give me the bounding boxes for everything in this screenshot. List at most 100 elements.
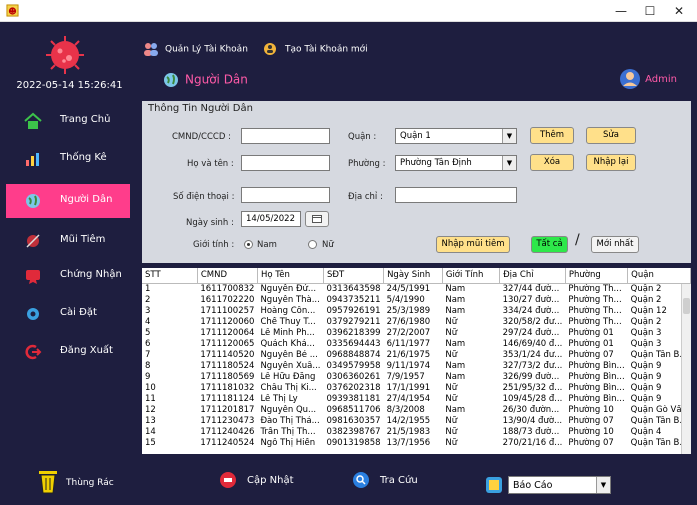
dob-input[interactable]: 14/05/2022 [241,211,301,227]
nav-citizens[interactable]: Người Dân [6,184,130,218]
table-cell: 297/24 đườ... [502,327,560,338]
create-account-link[interactable]: Tạo Tài Khoản mới [263,42,368,56]
ward-select[interactable]: Phường Tân Định ▼ [395,155,517,171]
gender-male-label: Nam [257,240,277,250]
table-cell: 14 [145,426,156,437]
table-cell: Nam [445,360,466,371]
table-cell: 6 [145,338,151,349]
column-header[interactable]: SĐT [323,268,385,284]
table-cell: 9/11/1974 [386,360,431,371]
table-cell: 7/9/1957 [386,371,425,382]
table-cell: Đào Thị Thả... [260,415,320,426]
name-input[interactable] [241,155,330,171]
add-button[interactable]: Thêm [530,127,574,144]
table-cell: Nữ [445,382,458,393]
table-cell: 1711181032 [200,382,255,393]
table-cell: Phường 01 [568,338,614,349]
table-row[interactable]: 7 1711140520 Nguyễn Bé ... 0968848874 21/6/1… [142,350,691,361]
delete-button[interactable]: Xóa [530,154,574,171]
maximize-button[interactable]: ☐ [635,0,665,22]
nav-vaccine[interactable]: Mũi Tiêm [6,224,130,258]
table-row[interactable]: 13 1711230473 Đào Thị Thả... 0981630357 14/2… [142,416,691,427]
table-cell: Phường Th... [568,283,622,294]
table-cell: 0313643598 [326,283,381,294]
reset-button[interactable]: Nhập lại [586,154,636,171]
nav-statistics[interactable]: Thống Kê [6,142,130,176]
gender-male-radio[interactable] [244,240,253,249]
table-cell: 9 [145,371,151,382]
address-input[interactable] [395,187,517,203]
table-cell: 0379279211 [326,316,381,327]
trash-icon[interactable] [36,468,60,494]
table-cell: 13/7/1956 [386,437,431,448]
nav-logout[interactable]: Đăng Xuất [6,335,130,369]
user-badge[interactable]: Admin [619,68,677,90]
column-header[interactable]: Giới Tính [442,268,501,284]
column-header[interactable]: Phường [565,268,629,284]
citizen-table[interactable]: STT CMND Họ Tên SĐT Ngày Sinh Giới Tính Địa Ch… [142,268,691,454]
table-cell: 1711100257 [200,305,255,316]
table-cell: 27/4/1954 [386,393,431,404]
table-row[interactable]: 10 1711181032 Châu Thị Ki... 0376202318 17/1… [142,383,691,394]
district-value: Quận 1 [400,131,431,141]
column-header[interactable]: STT [142,268,198,284]
lookup-button[interactable]: Tra Cứu [352,471,418,489]
column-header[interactable]: Địa Chỉ [499,268,566,284]
scrollbar-thumb[interactable] [683,298,690,314]
table-cell: 1 [145,283,151,294]
minimize-button[interactable]: — [606,0,636,22]
table-cell: 5 [145,327,151,338]
table-row[interactable]: 12 1711201817 Nguyễn Qu... 0968511706 8/3/20… [142,405,691,416]
main-panel: Quản Lý Tài Khoản Tạo Tài Khoản mới Ngườ… [139,22,697,505]
table-cell: 0335694443 [326,338,381,349]
nav-settings[interactable]: Cài Đặt [6,297,130,331]
table-cell: 327/44 đườ... [502,283,560,294]
report-select[interactable]: Báo Cáo ▼ [508,476,611,494]
manage-accounts-label: Quản Lý Tài Khoản [165,44,248,55]
manage-accounts-link[interactable]: Quản Lý Tài Khoản [143,42,248,56]
column-header[interactable]: Quận [627,268,691,284]
phone-input[interactable] [241,187,330,203]
gear-icon [27,308,39,320]
enter-vaccine-button[interactable]: Nhập mũi tiêm [436,236,510,253]
column-header[interactable]: Ngày Sinh [383,268,443,284]
update-button[interactable]: Cập Nhật [219,471,294,489]
table-row[interactable]: 8 1711180524 Nguyễn Xuâ... 0349579958 9/11/1… [142,361,691,372]
column-header[interactable]: CMND [197,268,258,284]
latest-button[interactable]: Mới nhất [591,236,639,253]
column-header[interactable]: Họ Tên [257,268,324,284]
table-cell: 0968511706 [326,404,381,415]
table-cell: 5/4/1990 [386,294,425,305]
show-all-button[interactable]: Tất cả [531,236,568,253]
table-row[interactable]: 14 1711240426 Trần Thị Th... 0382398767 21/5… [142,427,691,438]
table-row[interactable]: 11 1711181124 Lê Thị Ly 0939381181 27/4/1954… [142,394,691,405]
district-select[interactable]: Quận 1 ▼ [395,128,517,144]
table-cell: Nam [445,294,466,305]
table-row[interactable]: 4 1711120060 Chế Thuy T... 0379279211 27/6/1… [142,317,691,328]
close-button[interactable]: ✕ [664,0,694,22]
virus-logo-icon [46,36,84,74]
table-cell: Nữ [445,393,458,404]
calendar-button[interactable] [305,211,329,227]
gender-female-radio[interactable] [308,240,317,249]
nav-certificate[interactable]: Chứng Nhận [6,259,130,293]
edit-button[interactable]: Sửa [586,127,636,144]
table-row[interactable]: 15 1711240524 Ngô Thị Hiền 0901319858 13/7/1… [142,438,691,449]
trash-label[interactable]: Thùng Rác [66,478,114,488]
table-row[interactable]: 9 1711180569 Lê Hữu Đăng 0306360261 7/9/1957… [142,372,691,383]
table-cell: 11 [145,393,156,404]
table-scrollbar[interactable] [681,284,691,454]
cmnd-input[interactable] [241,128,330,144]
table-cell: Phường Th... [568,305,622,316]
table-row[interactable]: 2 1611702220 Nguyễn Thà... 0943735211 5/4/19… [142,295,691,306]
ward-value: Phường Tân Định [400,158,472,168]
title-bar: ☻ — ☐ ✕ [0,0,697,22]
table-row[interactable]: 1 1611700832 Nguyễn Đứ... 0313643598 24/5/19… [142,283,691,295]
table-row[interactable]: 5 1711120064 Lê Minh Ph... 0396218399 27/2/2… [142,328,691,339]
table-cell: 0943735211 [326,294,381,305]
table-row[interactable]: 6 1711120065 Quách Khá... 0335694443 6/11/19… [142,339,691,350]
table-cell: 21/5/1983 [386,426,431,437]
table-row[interactable]: 3 1711100257 Hoàng Côn... 0957926191 25/3/19… [142,306,691,317]
table-cell: 188/73 đườ... [502,426,560,437]
nav-home[interactable]: Trang Chủ [6,104,130,138]
